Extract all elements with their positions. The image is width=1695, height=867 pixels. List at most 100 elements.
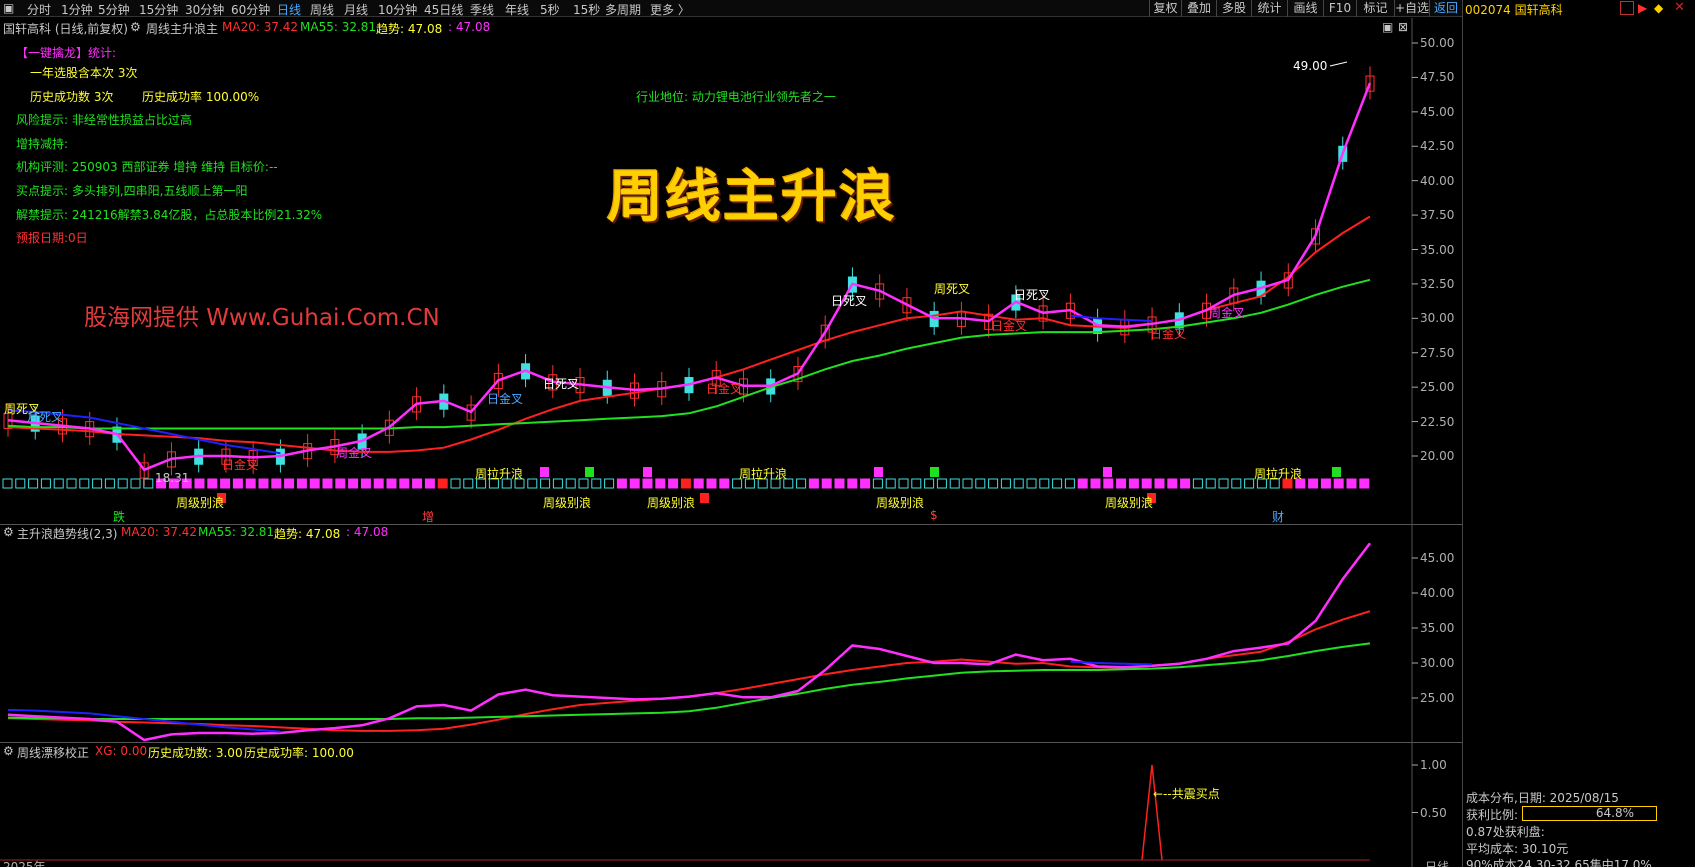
annot-day-golden-2: 日金叉 — [487, 392, 524, 406]
yticks-p2-tick: 30.00 — [1420, 656, 1455, 670]
signal-square — [1103, 478, 1114, 489]
flag-icon[interactable]: ▶ — [1638, 1, 1647, 15]
panel3-name[interactable]: 周线漂移校正 — [17, 744, 89, 761]
signal-square — [1077, 478, 1088, 489]
panel3-xg: XG: 0.00 — [95, 744, 148, 758]
signal-square — [527, 478, 538, 489]
panel2-gear-icon[interactable]: ⚙ — [3, 525, 14, 539]
yticks-p2-tick: 35.00 — [1420, 621, 1455, 635]
cost-date: 成本分布,日期: 2025/08/15 — [1466, 791, 1619, 805]
panel2-trend: 趋势: 47.08 — [274, 527, 341, 541]
signal-square — [424, 478, 435, 489]
series-line-趋势-p1 — [7, 82, 1372, 472]
signal-square — [53, 478, 64, 489]
signal-square — [104, 478, 115, 489]
signal-square — [335, 478, 346, 489]
signal-square — [719, 478, 730, 489]
mark-cai: 财 — [1272, 510, 1285, 524]
signal-square — [1013, 478, 1024, 489]
panel-divider-2 — [0, 742, 1462, 743]
profit-ratio-bar: 64.8% — [1522, 806, 1657, 821]
signal-square — [591, 478, 602, 489]
panel3-signal-label: ←--共震买点 — [1153, 787, 1220, 801]
annot-day-dead-1: 日死叉 — [543, 377, 580, 391]
avg-cost: 平均成本: 30.10元 — [1466, 842, 1569, 856]
signal-square — [988, 478, 999, 489]
signal-square — [258, 478, 269, 489]
yticks-main-tick: 50.00 — [1420, 36, 1455, 50]
signal-square — [796, 478, 807, 489]
signal-square — [898, 478, 909, 489]
signal-square — [245, 478, 256, 489]
signal-square — [386, 478, 397, 489]
signal-square — [629, 478, 640, 489]
annot-month-dead: 月死叉 — [27, 410, 64, 424]
annot-day-golden-3: 日金叉 — [706, 382, 743, 396]
signal-marker — [643, 467, 652, 477]
signal-marker — [1332, 467, 1341, 477]
annot-week-golden-1: 周金叉 — [336, 446, 373, 460]
signal-square — [1039, 478, 1050, 489]
signal-square — [565, 478, 576, 489]
signal-marker — [1103, 467, 1112, 477]
yticks-p2-tick: 25.00 — [1420, 691, 1455, 705]
mark-zeng: 增 — [422, 510, 435, 524]
panel2-name[interactable]: 主升浪趋势线(2,3) — [17, 525, 117, 542]
panel2-ma20: MA20: 37.42 — [121, 525, 198, 539]
signal-square — [348, 478, 359, 489]
signal-square — [1320, 478, 1331, 489]
signal-square — [1192, 478, 1203, 489]
yticks-main-tick: 45.00 — [1420, 104, 1455, 119]
signal-square — [463, 478, 474, 489]
series-line-MA55-p1 — [7, 278, 1371, 430]
yticks-main-tick: 40.00 — [1420, 173, 1455, 188]
signal-square — [962, 478, 973, 489]
stock-code-name: 002074 国轩高科 — [1465, 3, 1563, 17]
signal-square — [437, 478, 448, 489]
signal-square — [40, 478, 51, 489]
info-icon[interactable]: ◆ — [1654, 1, 1663, 15]
signal-square — [1090, 478, 1101, 489]
panel3-success-rate: 历史成功率: 100.00 — [244, 746, 354, 760]
annot-week-golden-2: 周金叉 — [1209, 306, 1246, 320]
yticks-main-tick: 37.50 — [1420, 208, 1455, 223]
panel3-gear-icon[interactable]: ⚙ — [3, 744, 14, 758]
series-line-MA55-p2 — [7, 642, 1371, 720]
signal-square — [92, 478, 103, 489]
signal-square — [1052, 478, 1063, 489]
annot-day-golden-5: 日金叉 — [1150, 327, 1187, 341]
signal-square — [1141, 478, 1152, 489]
window-icon[interactable] — [1620, 1, 1634, 15]
signal-square — [680, 478, 691, 489]
signal-marker — [930, 467, 939, 477]
cost-concentration: 90%成本24.30-32.65集中17.0% — [1466, 858, 1652, 867]
signal-square — [1167, 478, 1178, 489]
signal-square — [693, 478, 704, 489]
signal-square — [1128, 478, 1139, 489]
yticks-main-tick: 22.50 — [1420, 414, 1455, 429]
annot-wave-2: 周拉升浪 — [739, 467, 788, 481]
price-chart[interactable] — [0, 0, 1462, 867]
signal-square — [207, 478, 218, 489]
signal-square — [130, 478, 141, 489]
annot-low-price: 18.31 — [155, 471, 190, 485]
signal-square — [360, 478, 371, 489]
yticks-p2-tick: 40.00 — [1420, 586, 1455, 600]
profit-disk: 0.87处获利盘: — [1466, 825, 1545, 839]
high-price-arrow — [1329, 61, 1348, 67]
close-icon[interactable]: ✕ — [1674, 0, 1685, 15]
signal-square — [1205, 478, 1216, 489]
signal-square — [1218, 478, 1229, 489]
signal-square — [66, 478, 77, 489]
signal-square — [28, 478, 39, 489]
annot-bye-5: 周级别浪 — [1105, 496, 1154, 510]
signal-marker — [874, 467, 883, 477]
mark-die: 跌 — [113, 510, 126, 524]
signal-square — [655, 478, 666, 489]
signal-square — [412, 478, 423, 489]
signal-square — [552, 478, 563, 489]
annot-bye-3: 周级别浪 — [647, 496, 696, 510]
signal-square — [808, 478, 819, 489]
yticks-main-tick: 35.00 — [1420, 242, 1455, 257]
signal-square — [399, 478, 410, 489]
